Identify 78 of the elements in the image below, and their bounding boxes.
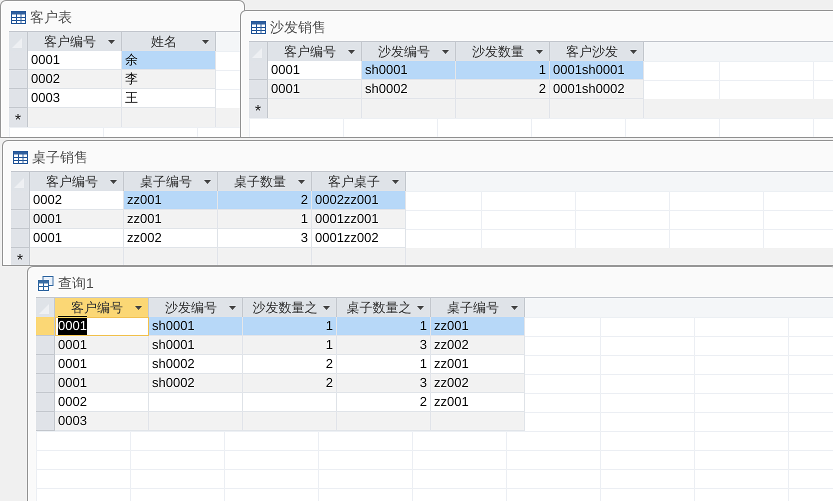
select-all-corner[interactable] <box>9 32 28 51</box>
column-header[interactable]: 沙发数量之 <box>243 298 337 317</box>
row-selector[interactable] <box>9 70 28 89</box>
table-row[interactable]: 0002 李 <box>9 70 216 89</box>
table-row[interactable]: 0001 sh0001 1 1 zz001 <box>36 317 525 336</box>
column-header[interactable]: 桌子数量 <box>218 172 312 191</box>
row-selector[interactable] <box>249 61 268 80</box>
select-all-corner[interactable] <box>249 42 268 61</box>
row-selector[interactable] <box>11 229 30 248</box>
table-row[interactable]: 0001 sh0002 2 1 zz001 <box>36 355 525 374</box>
column-header[interactable]: 沙发编号 <box>149 298 243 317</box>
caret-icon <box>204 180 211 184</box>
column-header[interactable]: 沙发数量 <box>456 42 550 61</box>
caret-icon <box>298 180 305 184</box>
column-header[interactable]: 客户编号 <box>268 42 362 61</box>
query-icon <box>38 276 54 290</box>
caret-icon <box>108 40 115 44</box>
table-cell: 0002 <box>30 191 124 210</box>
row-selector[interactable] <box>36 355 55 374</box>
table-icon <box>251 20 266 34</box>
table-cell: 0001 <box>28 51 122 70</box>
row-selector[interactable] <box>36 317 55 336</box>
table-row[interactable]: 0001 sh0002 2 3 zz002 <box>36 374 525 393</box>
row-selector[interactable] <box>36 393 55 412</box>
row-selector[interactable] <box>36 374 55 393</box>
caret-icon <box>536 50 543 54</box>
caret-icon <box>110 180 117 184</box>
caret-icon <box>417 306 424 310</box>
table-row[interactable]: 0001 余 <box>9 51 216 70</box>
new-row-marker[interactable]: * <box>11 248 30 265</box>
column-header[interactable]: 客户沙发 <box>550 42 644 61</box>
window-title: 客户表 <box>30 8 72 26</box>
column-header[interactable]: 桌子编号 <box>124 172 218 191</box>
column-header[interactable]: 沙发编号 <box>362 42 456 61</box>
column-header[interactable]: 桌子编号 <box>431 298 525 317</box>
table-row[interactable]: 0001 zz002 3 0001zz002 <box>11 229 406 248</box>
caret-icon <box>135 306 142 310</box>
table-row[interactable]: 0003 王 <box>9 89 216 108</box>
table-row[interactable]: 0002 zz001 2 0002zz001 <box>11 191 406 210</box>
table-row[interactable]: 0003 <box>36 412 525 431</box>
window-title: 沙发销售 <box>270 18 326 36</box>
table-icon <box>13 150 28 164</box>
row-selector[interactable] <box>11 191 30 210</box>
table-row[interactable]: 0002 2 zz001 <box>36 393 525 412</box>
table-row[interactable]: 0001 sh0002 2 0001sh0002 <box>249 80 644 99</box>
new-row-marker[interactable]: * <box>249 99 268 118</box>
new-row-marker[interactable]: * <box>9 108 28 127</box>
row-selector[interactable] <box>9 51 28 70</box>
caret-icon <box>630 50 637 54</box>
caret-icon <box>392 180 399 184</box>
column-header[interactable]: 姓名 <box>122 32 216 51</box>
row-selector[interactable] <box>36 412 55 431</box>
column-header[interactable]: 客户桌子 <box>312 172 406 191</box>
window-title: 查询1 <box>58 274 94 292</box>
select-all-corner[interactable] <box>36 298 55 317</box>
caret-icon <box>511 306 518 310</box>
table-cell: 0001 <box>268 61 362 80</box>
table-cell: 0003 <box>55 412 149 431</box>
row-selector[interactable] <box>36 336 55 355</box>
caret-icon <box>202 40 209 44</box>
caret-icon <box>348 50 355 54</box>
row-selector[interactable] <box>9 89 28 108</box>
caret-icon <box>229 306 236 310</box>
column-header[interactable]: 客户编号 <box>55 298 149 317</box>
window-title: 桌子销售 <box>32 148 88 166</box>
caret-icon <box>442 50 449 54</box>
table-row[interactable]: 0001 sh0001 1 3 zz002 <box>36 336 525 355</box>
table-row[interactable]: 0001 sh0001 1 0001sh0001 <box>249 61 644 80</box>
column-header[interactable]: 桌子数量之 <box>337 298 431 317</box>
row-selector[interactable] <box>11 210 30 229</box>
table-icon <box>11 10 26 24</box>
column-header[interactable]: 客户编号 <box>30 172 124 191</box>
column-header[interactable]: 客户编号 <box>28 32 122 51</box>
caret-icon <box>323 306 330 310</box>
table-row[interactable]: 0001 zz001 1 0001zz001 <box>11 210 406 229</box>
select-all-corner[interactable] <box>11 172 30 191</box>
table-cell: 0001 <box>55 317 149 336</box>
row-selector[interactable] <box>249 80 268 99</box>
